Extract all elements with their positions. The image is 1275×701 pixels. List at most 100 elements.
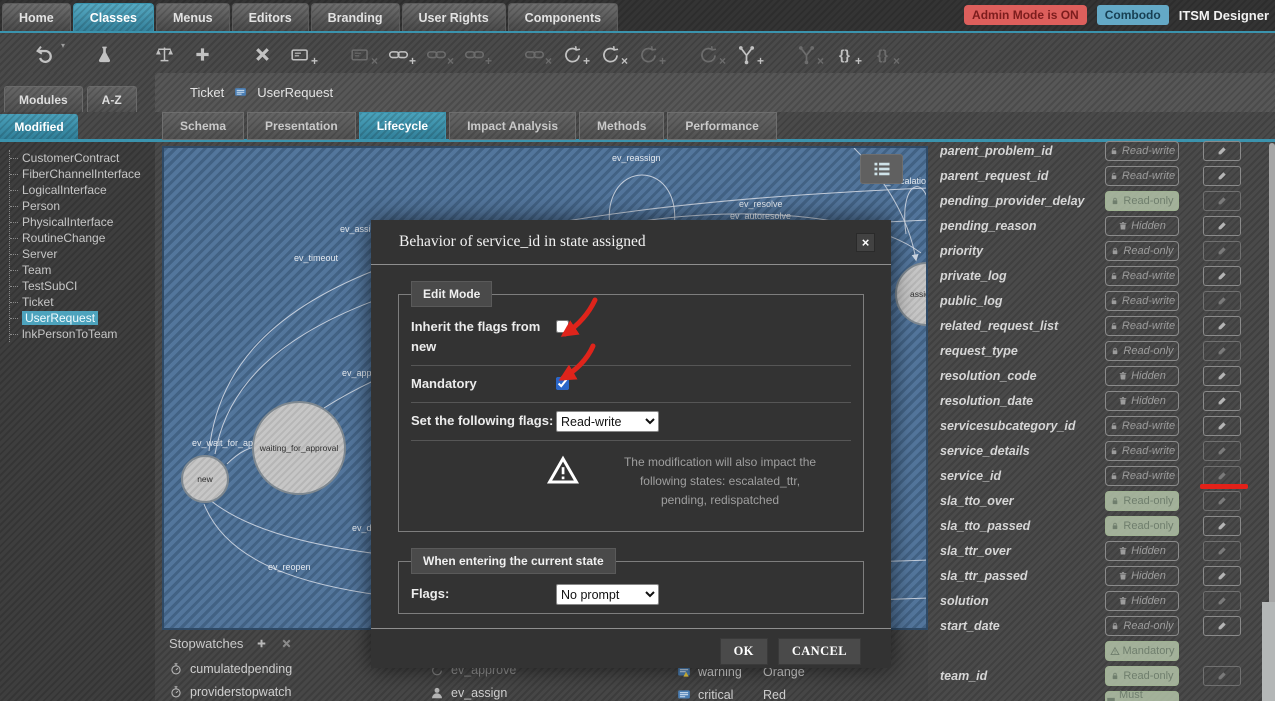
add-button[interactable] [190,42,214,66]
nav-tab[interactable]: Components [508,3,618,31]
field-flag-badge[interactable]: Mandatory [1105,641,1179,661]
sidebar-item-class[interactable]: TestSubCI [10,278,155,294]
sidebar-filter-modified[interactable]: Modified [0,114,78,139]
sidebar-tab[interactable]: A-Z [87,86,137,112]
sidebar-tab[interactable]: Modules [4,86,83,112]
field-flag-badge[interactable]: Read-only [1105,516,1179,536]
field-flag-badge[interactable]: Read-only [1105,491,1179,511]
transition-label[interactable]: ev_reopen [268,562,311,572]
sidebar-item-class[interactable]: UserRequest [10,310,155,326]
field-flag-badge[interactable]: Read-write [1105,416,1179,436]
edit-field-button[interactable] [1203,316,1241,336]
add-stopwatch-icon[interactable] [255,637,268,650]
content-tab[interactable]: Performance [667,112,776,140]
edit-field-button[interactable] [1203,191,1241,211]
field-flag-badge[interactable]: Read-write [1105,166,1179,186]
edit-field-button[interactable] [1203,166,1241,186]
edit-field-button[interactable] [1203,541,1241,561]
sidebar-item-class[interactable]: Ticket [10,294,155,310]
stopwatch-item[interactable]: cumulatedpending [169,657,293,680]
edit-field-button[interactable] [1203,216,1241,236]
undo-button[interactable]: ▾ [32,42,56,66]
field-flag-badge[interactable]: Read-only [1105,666,1179,686]
mandatory-checkbox[interactable] [556,377,569,390]
sidebar-item-class[interactable]: LogicalInterface [10,182,155,198]
nav-tab[interactable]: Editors [232,3,309,31]
sidebar-item-class[interactable]: Server [10,246,155,262]
content-tab[interactable]: Presentation [247,112,356,140]
add-linkset-button[interactable]: + [462,42,486,66]
remove-stopwatch-icon[interactable] [280,637,293,650]
edit-field-button[interactable] [1203,366,1241,386]
remove-transition-button[interactable]: × [696,42,720,66]
field-flag-badge[interactable]: Read-write [1105,266,1179,286]
field-flag-badge[interactable]: Read-only [1105,241,1179,261]
edit-field-button[interactable] [1203,291,1241,311]
delete-button[interactable] [250,42,274,66]
nav-tab[interactable]: Classes [73,3,154,31]
edit-field-button[interactable] [1203,491,1241,511]
edit-field-button[interactable] [1203,391,1241,411]
edit-field-button[interactable] [1203,666,1241,686]
field-flag-badge[interactable]: Read-only [1105,616,1179,636]
edit-field-button[interactable] [1203,441,1241,461]
edit-field-button[interactable] [1203,266,1241,286]
sidebar-item-class[interactable]: RoutineChange [10,230,155,246]
breadcrumb-parent[interactable]: Ticket [190,85,224,100]
field-flag-badge[interactable]: Read-write [1105,466,1179,486]
remove-field-button[interactable]: × [348,42,372,66]
add-branch-button[interactable]: + [734,42,758,66]
inherit-flags-checkbox[interactable] [556,320,569,333]
remove-method-button[interactable]: × [870,42,894,66]
field-flag-badge[interactable]: Read-write [1105,441,1179,461]
nav-tab[interactable]: User Rights [402,3,506,31]
content-tab[interactable]: Impact Analysis [449,112,576,140]
sidebar-item-class[interactable]: Team [10,262,155,278]
field-flag-badge[interactable]: Hidden [1105,541,1179,561]
entering-flags-select[interactable]: No prompt [556,584,659,605]
sidebar-item-class[interactable]: lnkPersonToTeam [10,326,155,342]
field-flag-badge[interactable]: Read-write [1105,316,1179,336]
field-flag-badge[interactable]: Hidden [1105,591,1179,611]
edit-field-button[interactable] [1203,516,1241,536]
threshold-item[interactable]: criticalRed [677,683,805,701]
sidebar-item-class[interactable]: PhysicalInterface [10,214,155,230]
edit-field-button[interactable] [1203,241,1241,261]
diagram-list-view-button[interactable] [860,154,903,184]
ok-button[interactable]: OK [720,638,768,665]
field-flag-badge[interactable]: Read-only [1105,341,1179,361]
transition-label[interactable]: ev_timeout [294,253,338,263]
edit-field-button[interactable] [1203,416,1241,436]
field-flag-badge[interactable]: Read-only [1105,191,1179,211]
edit-field-button[interactable] [1203,566,1241,586]
add-field-button[interactable]: + [288,42,312,66]
edit-field-button[interactable] [1203,466,1241,486]
field-flag-badge[interactable]: Hidden [1105,566,1179,586]
add-method-button[interactable]: + [832,42,856,66]
transition-label[interactable]: ev_resolve [739,199,783,209]
field-flag-badge[interactable]: Hidden [1105,391,1179,411]
remove-linkset-button[interactable]: × [522,42,546,66]
content-tab[interactable]: Lifecycle [359,112,446,140]
flask-button[interactable] [92,42,116,66]
vertical-scrollbar-thumb[interactable] [1262,602,1275,701]
field-flag-badge[interactable]: Read-write [1105,291,1179,311]
transition-label[interactable]: ev_wait_for_ap [192,438,253,448]
nav-tab[interactable]: Home [2,3,71,31]
edit-field-button[interactable] [1203,591,1241,611]
add-link-button[interactable]: + [386,42,410,66]
field-flag-badge[interactable]: Must prompt [1105,691,1179,701]
sidebar-item-class[interactable]: Person [10,198,155,214]
field-flag-badge[interactable]: Hidden [1105,366,1179,386]
sidebar-item-class[interactable]: FiberChannelInterface [10,166,155,182]
add-transition-button[interactable]: + [636,42,660,66]
edit-field-button[interactable] [1203,141,1241,161]
nav-tab[interactable]: Branding [311,3,400,31]
transition-item[interactable]: ev_assign [430,681,516,701]
content-tab[interactable]: Schema [162,112,244,140]
nav-tab[interactable]: Menus [156,3,230,31]
content-tab[interactable]: Methods [579,112,664,140]
edit-field-button[interactable] [1203,341,1241,361]
transition-label[interactable]: ev_reassign [612,153,661,163]
add-state-button[interactable]: + [560,42,584,66]
